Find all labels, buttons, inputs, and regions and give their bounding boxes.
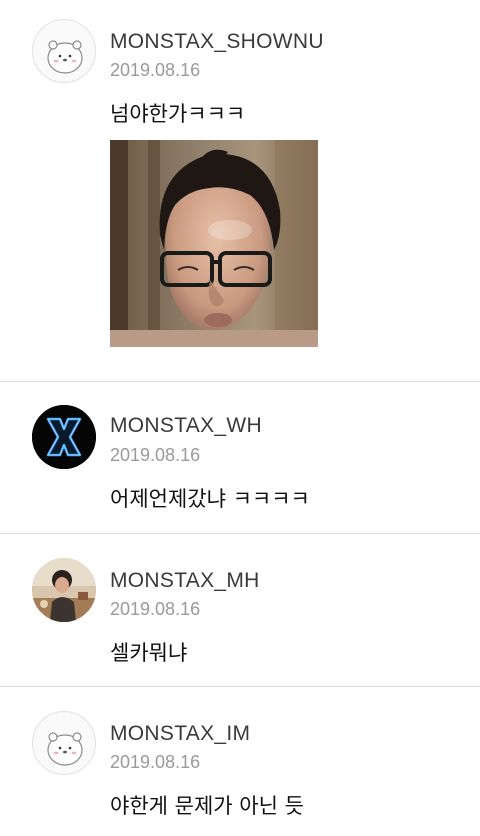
comment-date: 2019.08.16 xyxy=(110,752,201,772)
profile-photo-avatar[interactable] xyxy=(32,558,96,622)
comment-text: 야한게 문제가 아닌 듯 xyxy=(110,794,304,818)
username[interactable]: MONSTAX_SHOWNU xyxy=(110,30,324,54)
comment-item: MONSTAX_IM 2019.08.16 야한게 문제가 아닌 듯 xyxy=(0,687,480,836)
bear-sticker-avatar-icon[interactable] xyxy=(32,19,96,83)
comment-text: 셀카뭐냐 xyxy=(110,641,188,665)
comment-date: 2019.08.16 xyxy=(110,599,201,619)
comment-text: 어제언제갔냐 ㅋㅋㅋㅋ xyxy=(110,487,310,511)
bear-sticker-avatar-icon[interactable] xyxy=(32,711,96,775)
neon-x-logo-avatar-icon[interactable] xyxy=(32,405,96,469)
username[interactable]: MONSTAX_WH xyxy=(110,414,262,438)
comment-item: MONSTAX_WH 2019.08.16 어제언제갔냐 ㅋㅋㅋㅋ xyxy=(0,382,480,533)
comment-feed: MONSTAX_SHOWNU 2019.08.16 넘야한가ㅋㅋㅋ MONSTA… xyxy=(0,0,480,836)
comment-item: MONSTAX_SHOWNU 2019.08.16 넘야한가ㅋㅋㅋ xyxy=(0,0,480,381)
comment-item: MONSTAX_MH 2019.08.16 셀카뭐냐 xyxy=(0,534,480,686)
comment-text: 넘야한가ㅋㅋㅋ xyxy=(110,102,246,126)
comment-date: 2019.08.16 xyxy=(110,60,201,80)
username[interactable]: MONSTAX_MH xyxy=(110,569,260,593)
username[interactable]: MONSTAX_IM xyxy=(110,722,250,746)
comment-date: 2019.08.16 xyxy=(110,445,201,465)
selfie-photo[interactable] xyxy=(110,140,318,347)
